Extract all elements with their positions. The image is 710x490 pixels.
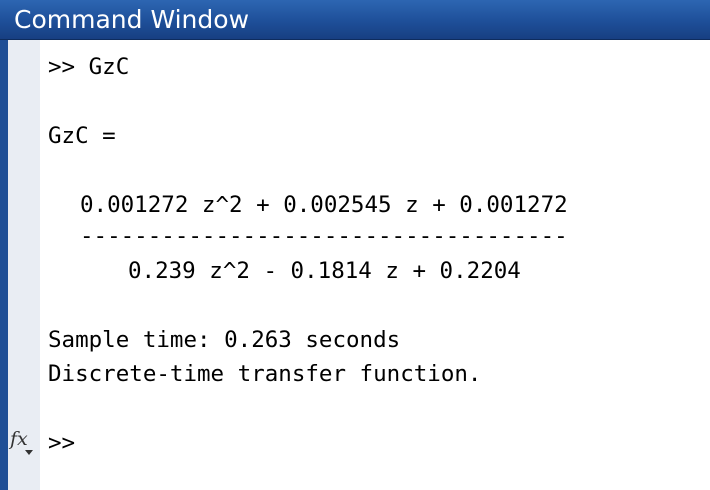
variable-name-line: GzC = [48, 123, 116, 149]
left-gutter [0, 40, 40, 490]
command-prompt[interactable]: >> [48, 429, 75, 457]
sample-time-line: Sample time: 0.263 seconds [48, 327, 401, 353]
window-title: Command Window [14, 5, 250, 34]
transfer-denominator: 0.239 z^2 - 0.1814 z + 0.2204 [128, 258, 521, 284]
fx-function-browser-icon[interactable]: fx [10, 428, 36, 458]
transfer-numerator: 0.001272 z^2 + 0.002545 z + 0.001272 [80, 192, 568, 218]
command-line: >> GzC [48, 54, 130, 80]
command-window: Command Window fx >> GzC GzC = 0.001272 … [0, 0, 710, 490]
console-output[interactable]: >> GzC GzC = 0.001272 z^2 + 0.002545 z +… [48, 40, 710, 490]
fraction-bar: ------------------------------------ [80, 223, 568, 249]
fx-glyph: fx [10, 428, 28, 450]
title-bar[interactable]: Command Window [0, 0, 710, 40]
description-line: Discrete-time transfer function. [48, 361, 482, 387]
chevron-down-icon [25, 450, 33, 455]
